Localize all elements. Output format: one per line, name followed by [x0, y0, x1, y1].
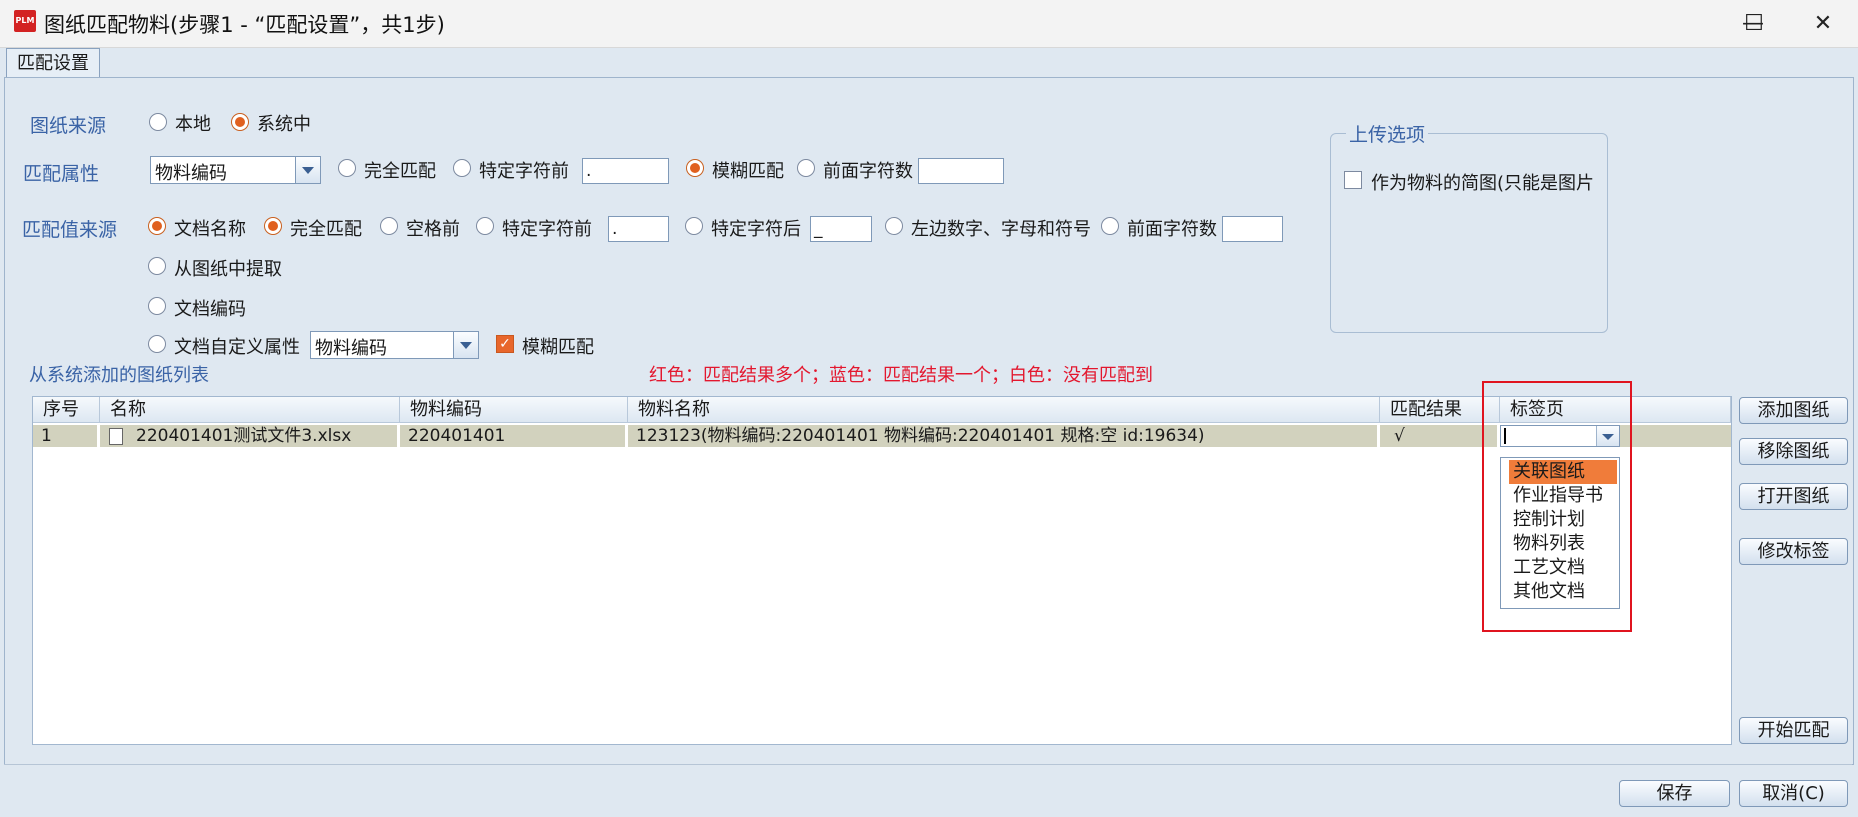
source-local-radio[interactable] — [149, 113, 167, 131]
edit-tag-button[interactable]: 修改标签 — [1739, 538, 1848, 565]
value-exact-label: 完全匹配 — [290, 219, 362, 240]
close-button[interactable]: ✕ — [1788, 0, 1858, 46]
save-button[interactable]: 保存 — [1619, 780, 1730, 807]
col-header-material-code[interactable]: 物料编码 — [400, 397, 628, 423]
match-attr-exact-radio[interactable] — [338, 159, 356, 177]
value-docname-label: 文档名称 — [174, 219, 246, 240]
value-before-space-label: 空格前 — [406, 219, 460, 240]
thumbnail-checkbox[interactable] — [1344, 171, 1362, 189]
match-value-source-label: 匹配值来源 — [22, 219, 118, 241]
source-label: 图纸来源 — [30, 115, 107, 137]
drawing-table[interactable]: 序号 名称 物料编码 物料名称 匹配结果 标签页 1 220401401测试文件… — [32, 396, 1732, 745]
value-before-space-radio[interactable] — [380, 217, 398, 235]
match-attr-fuzzy-label: 模糊匹配 — [712, 161, 784, 182]
fuzzy-checkbox-label: 模糊匹配 — [522, 337, 594, 358]
add-drawing-button[interactable]: 添加图纸 — [1739, 397, 1848, 424]
value-after-char-label: 特定字符后 — [711, 219, 801, 240]
remove-drawing-button[interactable]: 移除图纸 — [1739, 438, 1848, 465]
table-cell-index[interactable]: 1 — [33, 425, 100, 447]
value-before-char-input[interactable]: . — [608, 216, 669, 242]
table-cell-material-code[interactable]: 220401401 — [400, 425, 628, 447]
color-legend: 红色：匹配结果多个；蓝色：匹配结果一个；白色：没有匹配到 — [649, 365, 1153, 386]
table-cell-name-text: 220401401测试文件3.xlsx — [136, 426, 352, 446]
value-doc-code-label: 文档编码 — [174, 299, 246, 320]
source-local-label: 本地 — [175, 114, 211, 135]
value-before-char-label: 特定字符前 — [502, 219, 592, 240]
maximize-button[interactable]: ☐ — [1719, 0, 1789, 46]
chevron-down-icon[interactable] — [453, 332, 478, 358]
app-logo-icon: PLM — [14, 10, 36, 32]
value-custom-attr-label: 文档自定义属性 — [174, 337, 300, 358]
match-attr-leading-label: 前面字符数 — [823, 161, 913, 182]
table-cell-name[interactable]: 220401401测试文件3.xlsx — [100, 425, 400, 447]
table-cell-material-name[interactable]: 123123(物料编码:220401401 物料编码:220401401 规格:… — [628, 425, 1380, 447]
source-system-label: 系统中 — [257, 114, 311, 135]
start-match-button[interactable]: 开始匹配 — [1739, 717, 1848, 744]
window-title: 图纸匹配物料(步骤1 - “匹配设置”，共1步) — [44, 13, 445, 37]
value-extract-label: 从图纸中提取 — [174, 259, 282, 280]
match-attr-exact-label: 完全匹配 — [364, 161, 436, 182]
value-leading-label: 前面字符数 — [1127, 219, 1217, 240]
maximize-icon: ☐ — [1744, 10, 1764, 36]
value-after-char-radio[interactable] — [685, 217, 703, 235]
match-attr-leading-input[interactable] — [918, 158, 1004, 184]
value-leading-radio[interactable] — [1101, 217, 1119, 235]
fuzzy-checkbox[interactable]: ✓ — [496, 335, 514, 353]
match-attr-prefix-radio[interactable] — [453, 159, 471, 177]
title-bar: PLM 图纸匹配物料(步骤1 - “匹配设置”，共1步) — ☐ ✕ — [0, 0, 1858, 48]
value-after-char-input[interactable]: _ — [810, 216, 872, 242]
upload-options-group — [1330, 133, 1608, 333]
value-exact-radio[interactable] — [264, 217, 282, 235]
source-system-radio[interactable] — [231, 113, 249, 131]
highlight-annotation-box — [1482, 381, 1632, 632]
custom-attr-combo-value: 物料编码 — [315, 338, 387, 359]
match-attr-leading-radio[interactable] — [797, 159, 815, 177]
match-attr-prefix-input[interactable]: . — [582, 158, 669, 184]
cancel-button[interactable]: 取消(C) — [1739, 780, 1848, 807]
col-header-name[interactable]: 名称 — [100, 397, 400, 423]
close-icon: ✕ — [1813, 10, 1833, 36]
match-attr-combo[interactable]: 物料编码 — [150, 156, 321, 184]
value-left-alnum-label: 左边数字、字母和符号 — [911, 219, 1091, 240]
tab-match-settings[interactable]: 匹配设置 — [6, 48, 100, 79]
chevron-down-icon[interactable] — [295, 157, 320, 183]
match-attr-label: 匹配属性 — [23, 163, 100, 185]
custom-attr-combo[interactable]: 物料编码 — [310, 331, 479, 359]
match-attr-fuzzy-radio[interactable] — [686, 159, 704, 177]
value-left-alnum-radio[interactable] — [885, 217, 903, 235]
thumbnail-checkbox-label: 作为物料的简图(只能是图片 — [1371, 173, 1595, 194]
col-header-material-name[interactable]: 物料名称 — [628, 397, 1380, 423]
match-attr-combo-value: 物料编码 — [155, 163, 227, 184]
value-extract-radio[interactable] — [148, 257, 166, 275]
value-before-char-radio[interactable] — [476, 217, 494, 235]
value-doc-code-radio[interactable] — [148, 297, 166, 315]
value-custom-attr-radio[interactable] — [148, 335, 166, 353]
value-docname-radio[interactable] — [148, 217, 166, 235]
file-icon — [109, 428, 123, 445]
col-header-index[interactable]: 序号 — [33, 397, 100, 423]
footer-divider — [4, 764, 1852, 767]
value-leading-input[interactable] — [1222, 216, 1283, 242]
drawing-list-title: 从系统添加的图纸列表 — [29, 365, 209, 386]
upload-options-title: 上传选项 — [1346, 120, 1429, 147]
open-drawing-button[interactable]: 打开图纸 — [1739, 483, 1848, 510]
match-attr-prefix-label: 特定字符前 — [479, 161, 569, 182]
